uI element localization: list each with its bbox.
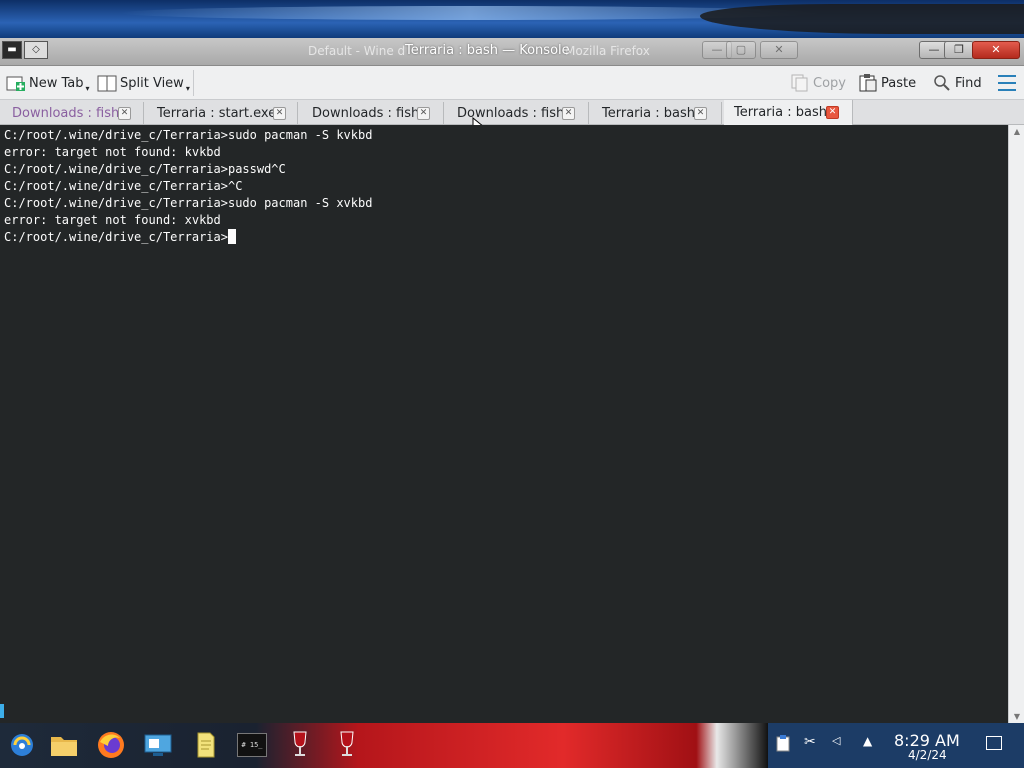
paste-icon [858, 74, 878, 92]
terminal-app-icon[interactable]: # 15_ [236, 729, 268, 761]
terminal-line: C:/root/.wine/drive_c/Terraria>passwd^C [4, 162, 286, 176]
network-settings-icon[interactable] [142, 729, 174, 761]
copy-button[interactable]: Copy [790, 73, 846, 93]
copy-icon [790, 74, 810, 92]
tab-close-icon[interactable]: ✕ [118, 107, 131, 120]
find-label: Find [955, 75, 982, 91]
paste-label: Paste [881, 75, 917, 91]
new-tab-dropdown-icon[interactable]: ▾ [86, 84, 90, 93]
tab-bar: Downloads : fish ✕ Terraria : start.exe … [0, 100, 1024, 125]
toolbar-separator [193, 70, 194, 96]
ghost-maximize-icon: ▢ [726, 41, 756, 59]
copy-label: Copy [813, 75, 846, 91]
split-view-label: Split View [120, 75, 184, 91]
scroll-up-icon[interactable]: ▲ [1012, 127, 1022, 136]
terminal-prompt-line: C:/root/.wine/drive_c/Terraria> [4, 229, 1004, 246]
restore-button[interactable]: ❐ [944, 41, 974, 59]
start-menu-icon[interactable] [6, 729, 38, 761]
clock-date[interactable]: 4/2/24 [908, 748, 947, 762]
desktop-background [0, 0, 1024, 38]
terminal-line: C:/root/.wine/drive_c/Terraria>sudo pacm… [4, 128, 373, 142]
tab-label: Downloads : fish [312, 106, 420, 121]
tab-label: Terraria : bash [602, 106, 695, 121]
tab-close-icon[interactable]: ✕ [694, 107, 707, 120]
close-button[interactable]: ✕ [972, 41, 1020, 59]
terminal-prompt: C:/root/.wine/drive_c/Terraria> [4, 230, 228, 244]
split-view-icon [97, 74, 117, 92]
split-view-button[interactable]: Split View ▾ [97, 73, 190, 93]
show-desktop-icon[interactable] [986, 736, 1002, 750]
new-tab-label: New Tab [29, 75, 84, 91]
menu-hamburger-icon[interactable] [998, 75, 1016, 91]
tab-downloads-fish-1[interactable]: Downloads : fish ✕ [2, 102, 144, 125]
terminal-marker [0, 704, 4, 718]
wine-glass-icon[interactable] [284, 729, 316, 761]
window-titlebar[interactable]: ▬ ◇ Default - Wine d Mozilla Firefox Ter… [0, 38, 1024, 66]
tab-terraria-bash-active[interactable]: Terraria : bash ✕ [724, 100, 853, 125]
terminal-output[interactable]: C:/root/.wine/drive_c/Terraria>sudo pacm… [0, 125, 1008, 723]
terminal-line: C:/root/.wine/drive_c/Terraria>sudo pacm… [4, 196, 373, 210]
text-cursor [227, 229, 236, 244]
new-tab-button[interactable]: New Tab ▾ [6, 73, 90, 93]
window-title: Terraria : bash — Konsole [405, 43, 570, 58]
tab-label: Downloads : fish [12, 106, 120, 121]
window-menu-icon[interactable]: ▬ [2, 41, 22, 59]
terminal-line: error: target not found: kvkbd [4, 145, 221, 159]
find-button[interactable]: Find [932, 73, 982, 93]
firefox-icon[interactable] [95, 729, 127, 761]
terminal-scrollbar[interactable]: ▲ ▼ [1008, 125, 1024, 723]
tab-terraria-bash-1[interactable]: Terraria : bash ✕ [592, 102, 722, 125]
ghost-window-title-right: Mozilla Firefox [565, 44, 650, 58]
terminal-app-icon-label: # 15_ [237, 733, 267, 757]
paste-button[interactable]: Paste [858, 73, 916, 93]
tray-expand-icon[interactable]: ▲ [863, 734, 872, 748]
ghost-window-title-left: Default - Wine d [308, 44, 406, 58]
scissors-icon[interactable]: ✂ [804, 734, 816, 750]
tab-close-icon[interactable]: ✕ [826, 106, 839, 119]
new-tab-icon [6, 74, 26, 92]
tab-downloads-fish-3[interactable]: Downloads : fish ✕ [447, 102, 589, 125]
tab-label: Terraria : start.exe [157, 106, 277, 121]
volume-icon[interactable]: ◁ [832, 734, 840, 747]
tab-close-icon[interactable]: ✕ [562, 107, 575, 120]
window-pin-icon[interactable]: ◇ [24, 41, 48, 59]
terminal-line: C:/root/.wine/drive_c/Terraria>^C [4, 179, 243, 193]
konsole-toolbar: New Tab ▾ Split View ▾ Copy Paste Find [0, 66, 1024, 100]
terminal-line: error: target not found: xvkbd [4, 213, 221, 227]
search-icon [932, 74, 952, 92]
wine-glass-icon[interactable] [331, 729, 363, 761]
desktop-wallpaper-shape [700, 4, 1024, 34]
clipboard-tray-icon[interactable] [775, 734, 791, 756]
scroll-down-icon[interactable]: ▼ [1012, 712, 1022, 721]
file-manager-icon[interactable] [48, 729, 80, 761]
ghost-close-icon: ✕ [760, 41, 798, 59]
tab-close-icon[interactable]: ✕ [273, 107, 286, 120]
tab-terraria-start[interactable]: Terraria : start.exe ✕ [147, 102, 298, 125]
tab-downloads-fish-2[interactable]: Downloads : fish ✕ [302, 102, 444, 125]
tab-label: Terraria : bash [734, 105, 827, 120]
tab-close-icon[interactable]: ✕ [417, 107, 430, 120]
split-view-dropdown-icon[interactable]: ▾ [186, 84, 190, 93]
notes-icon[interactable] [189, 729, 221, 761]
